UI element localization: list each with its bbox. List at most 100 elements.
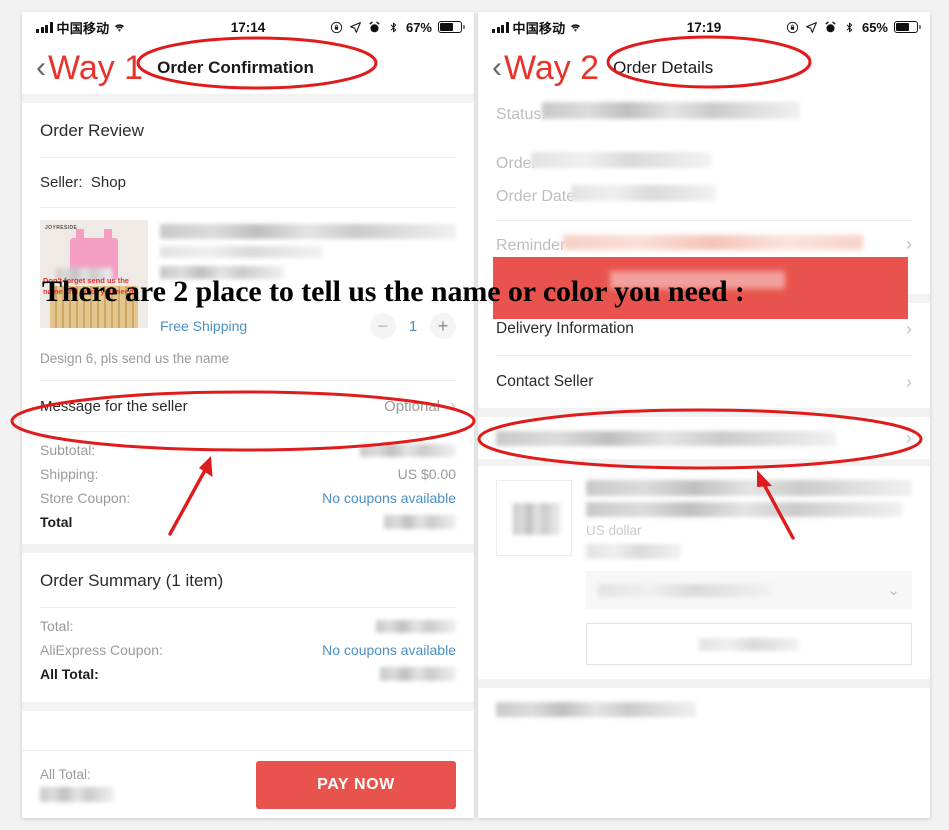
blurred-pay-total-value	[40, 787, 114, 802]
nav-bar-left: ‹ Way 1 Order Confirmation	[22, 42, 474, 94]
product-thumbnail[interactable]	[496, 480, 572, 556]
bluetooth-icon	[846, 22, 853, 32]
blurred-order-number-value	[530, 152, 711, 168]
location-arrow-icon	[806, 21, 817, 33]
phone-panel-way-1: 中国移动 17:14 67% ‹ Way 1 Order Confirmatio…	[22, 12, 474, 818]
minus-icon[interactable]: −	[370, 313, 396, 339]
order-date-label: Order Date	[496, 188, 576, 205]
blurred-thumbnail-image	[513, 503, 561, 535]
phone-panel-way-2: 中国移动 17:19 65% ‹ Way 2 Order Details Sta…	[478, 12, 930, 818]
signal-bars-icon	[36, 21, 53, 33]
plus-icon[interactable]: +	[430, 313, 456, 339]
summary-row-total: Total:	[40, 614, 456, 638]
message-optional-value: Optional	[384, 397, 440, 415]
blurred-price-value	[360, 443, 456, 457]
blurred-product-title-line-1	[586, 480, 912, 496]
price-row-subtotal: Subtotal:	[40, 438, 456, 462]
thumbnail-brand-label: JOYRESIDE	[45, 225, 78, 231]
contact-seller-row[interactable]: Contact Seller ›	[496, 356, 912, 408]
pay-now-button[interactable]: PAY NOW	[256, 760, 456, 809]
summary-label: All Total:	[40, 666, 99, 682]
reminder-field[interactable]: Reminder ›	[496, 233, 912, 257]
blurred-variant-value	[598, 583, 773, 597]
chevron-right-icon: ›	[450, 396, 456, 416]
blurred-status-value	[541, 102, 800, 119]
status-bar-right: 中国移动 17:19 65%	[478, 12, 930, 42]
order-date-field: Order Date	[496, 183, 912, 208]
chevron-down-icon: ⌄	[887, 582, 900, 599]
summary-row-aliexpress-coupon[interactable]: AliExpress Coupon: No coupons available	[40, 638, 456, 662]
status-label: Status:	[496, 106, 546, 123]
blurred-product-title-line-1	[160, 224, 456, 239]
quantity-value: 1	[408, 317, 418, 335]
seller-label: Seller:	[40, 174, 83, 191]
message-for-seller-value-group: Optional ›	[384, 397, 456, 415]
delivery-information-row[interactable]: Delivery Information ›	[496, 303, 912, 355]
delivery-information-label: Delivery Information	[496, 320, 634, 337]
store-coupon-link[interactable]: No coupons available	[322, 490, 456, 506]
chevron-right-icon: ›	[906, 372, 912, 392]
blurred-all-total-value	[380, 667, 456, 681]
section-divider	[22, 702, 474, 711]
message-for-seller-label: Message for the seller	[40, 397, 188, 415]
price-row-shipping: Shipping: US $0.00	[40, 462, 456, 486]
order-number-field: Order	[496, 150, 912, 175]
price-breakdown-list: Subtotal: Shipping: US $0.00 Store Coupo…	[40, 432, 456, 544]
product-thumbnail[interactable]: JOYRESIDE Don't forget send us the name …	[40, 220, 148, 328]
action-button[interactable]	[586, 623, 912, 665]
chevron-left-icon[interactable]: ‹	[36, 53, 46, 83]
quantity-stepper[interactable]: − 1 +	[370, 313, 456, 339]
price-label: Shipping:	[40, 466, 99, 482]
order-product-row[interactable]: US dollar ⌄	[496, 466, 912, 671]
way-2-annotation-label: Way 2	[504, 49, 600, 87]
battery-icon	[438, 21, 465, 33]
battery-percent-label: 67%	[405, 19, 432, 35]
price-label: Store Coupon:	[40, 490, 131, 506]
order-summary-rows: Total: AliExpress Coupon: No coupons ava…	[40, 608, 456, 702]
product-card: US dollar ⌄	[478, 466, 930, 671]
section-divider	[22, 544, 474, 553]
blurred-total-value	[384, 515, 456, 529]
product-image-art: JOYRESIDE Don't forget send us the name …	[40, 220, 148, 328]
order-summary-card: Order Summary (1 item) Total: AliExpress…	[22, 553, 474, 702]
order-review-heading: Order Review	[40, 121, 144, 140]
status-field: Status:	[496, 100, 912, 126]
summary-label: Total:	[40, 618, 74, 634]
section-divider	[22, 94, 474, 103]
footer-card	[478, 688, 930, 717]
contact-seller-label: Contact Seller	[496, 373, 594, 390]
battery-icon	[894, 21, 921, 33]
blurred-reminder-second-line	[496, 264, 701, 278]
seller-row[interactable]: Seller: Shop	[40, 158, 456, 207]
message-for-seller-row[interactable]: Message for the seller Optional ›	[40, 381, 456, 431]
variant-select[interactable]: ⌄	[586, 571, 912, 609]
chevron-left-icon[interactable]: ‹	[492, 53, 502, 83]
page-title: Order Confirmation	[157, 58, 314, 77]
chevron-right-icon: ›	[906, 428, 912, 448]
store-row[interactable]: ›	[496, 417, 912, 459]
order-item-info: Free Shipping − 1 +	[148, 220, 456, 339]
location-arrow-icon	[350, 21, 361, 33]
order-status-card: Status: Order Order Date Reminder ›	[478, 94, 930, 294]
summary-label: AliExpress Coupon:	[40, 642, 163, 658]
way-1-annotation-label: Way 1	[48, 49, 144, 87]
chevron-right-icon: ›	[906, 234, 912, 254]
order-item-row[interactable]: JOYRESIDE Don't forget send us the name …	[40, 208, 456, 339]
alarm-clock-icon	[825, 21, 836, 32]
order-review-card: Order Review Seller: Shop JOYRESIDE Don'…	[22, 103, 474, 544]
order-actions-card: Delivery Information › Contact Seller ›	[478, 303, 930, 408]
blurred-product-variant	[160, 266, 285, 279]
aliexpress-coupon-link[interactable]: No coupons available	[322, 642, 456, 658]
page-title: Order Details	[613, 58, 714, 77]
section-divider	[478, 408, 930, 417]
thumbnail-caption: Don't forget send us the name and color …	[43, 276, 136, 297]
section-divider	[478, 459, 930, 466]
shipping-and-quantity-row: Free Shipping − 1 +	[160, 313, 456, 339]
blurred-action-label	[699, 637, 799, 651]
battery-percent-label: 65%	[861, 19, 888, 35]
alarm-clock-icon	[369, 21, 380, 32]
blurred-product-title-line-2	[586, 502, 903, 517]
product-info: US dollar ⌄	[572, 480, 912, 665]
status-bar-left: 中国移动 17:14 67%	[22, 12, 474, 42]
price-row-store-coupon[interactable]: Store Coupon: No coupons available	[40, 486, 456, 510]
